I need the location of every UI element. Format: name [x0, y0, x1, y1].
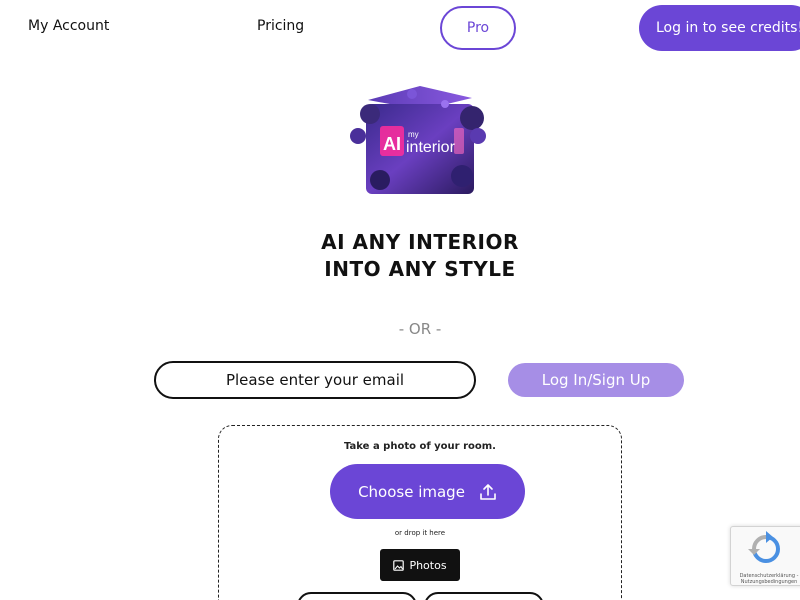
- hero-line-1: AI ANY INTERIOR: [321, 230, 519, 254]
- login-credits-button[interactable]: Log in to see credits!: [639, 5, 800, 51]
- login-signup-button[interactable]: Log In/Sign Up: [508, 363, 684, 397]
- choose-image-label: Choose image: [358, 482, 465, 501]
- nav-my-account[interactable]: My Account: [28, 18, 109, 34]
- sample-option-1[interactable]: [297, 592, 417, 600]
- recaptcha-footer: Datenschutzerklärung - Nutzungsbedingung…: [739, 573, 799, 585]
- nav-pricing[interactable]: Pricing: [257, 18, 304, 34]
- hero-headline: AI ANY INTERIOR INTO ANY STYLE: [220, 229, 620, 283]
- hero-line-2: INTO ANY STYLE: [324, 257, 516, 281]
- email-input[interactable]: [154, 361, 476, 399]
- drop-hint: or drop it here: [394, 529, 446, 537]
- recaptcha-icon: [748, 531, 780, 563]
- logo-ai-text: AI: [383, 134, 401, 154]
- logo-interior-text: interior: [406, 139, 456, 156]
- upload-icon: [480, 483, 496, 500]
- or-divider: - OR -: [398, 320, 442, 338]
- pro-button[interactable]: Pro: [440, 6, 516, 50]
- photos-label: Photos: [409, 558, 447, 572]
- upload-hint: Take a photo of your room.: [344, 441, 496, 452]
- logo-my-text: my: [408, 130, 419, 139]
- sample-option-2[interactable]: [424, 592, 544, 600]
- app-logo: AI my interior: [350, 86, 486, 194]
- image-icon: [393, 559, 405, 571]
- choose-image-button[interactable]: Choose image: [330, 464, 525, 519]
- recaptcha-badge[interactable]: Datenschutzerklärung - Nutzungsbedingung…: [730, 526, 800, 586]
- photos-button[interactable]: Photos: [380, 549, 460, 581]
- upload-dropzone[interactable]: Take a photo of your room. Choose image …: [218, 425, 622, 600]
